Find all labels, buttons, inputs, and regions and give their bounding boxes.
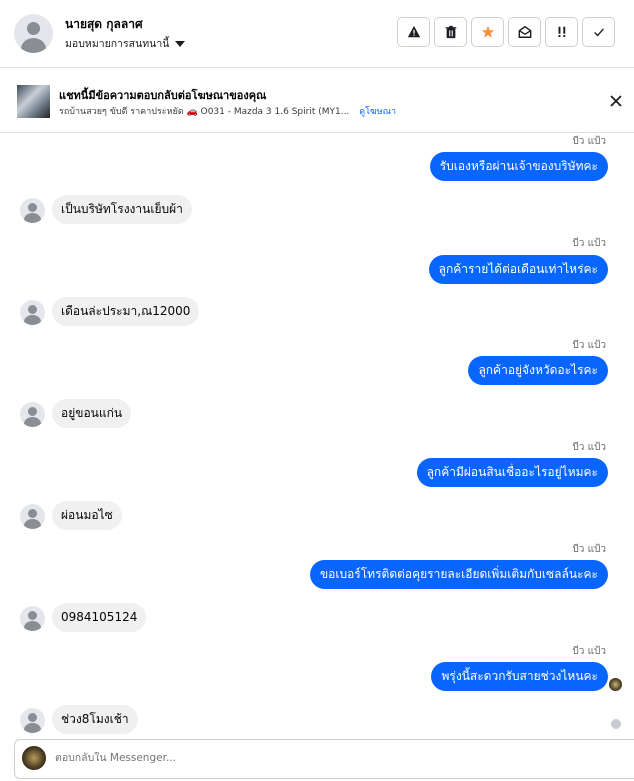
- sender-label: บีว แป้ว: [572, 544, 606, 555]
- seen-indicator-avatar: [609, 678, 622, 691]
- contact-avatar-small: [20, 606, 45, 631]
- ad-description: รถบ้านสวยๆ ขับดี ราคาประหยัด 🚗 O031 - Ma…: [59, 107, 350, 117]
- ad-banner-title: แชทนี้มีข้อความตอบกลับต่อโฆษณาของคุณ: [59, 89, 267, 102]
- incoming-message[interactable]: 0984105124: [52, 603, 147, 632]
- incoming-message[interactable]: เป็นบริษัทโรงงานเย็บผ้า: [52, 195, 192, 224]
- outgoing-message[interactable]: ขอเบอร์โทรติดต่อคุยรายละเอียดเพิ่มเติมกั…: [309, 560, 608, 589]
- delete-button[interactable]: [434, 17, 467, 47]
- outgoing-message[interactable]: ลูกค้ามีผ่อนสินเชื่ออะไรอยู่ไหมคะ: [416, 458, 608, 487]
- incoming-message[interactable]: เดือนล่ะประมา,ณ12000: [52, 297, 200, 326]
- incoming-message[interactable]: อยู่ขอนแก่น: [52, 399, 132, 428]
- contact-avatar-small: [20, 402, 45, 427]
- sender-label: บีว แป้ว: [572, 340, 606, 351]
- conversation-header: นายสุด กุลลาศ มอบหมายการสนทนานี้: [0, 0, 634, 68]
- contact-avatar-small: [20, 300, 45, 325]
- double-exclamation-icon: [558, 26, 565, 37]
- mark-unread-button[interactable]: [508, 17, 541, 47]
- page-avatar: [22, 746, 46, 770]
- sender-label: บีว แป้ว: [572, 238, 606, 249]
- contact-avatar-small: [20, 198, 45, 223]
- outgoing-message[interactable]: รับเองหรือผ่านเจ้าของบริษัทคะ: [429, 152, 608, 181]
- star-button[interactable]: [471, 17, 504, 47]
- warning-icon: [407, 25, 420, 38]
- message-thread[interactable]: บีว แป้ว รับเองหรือผ่านเจ้าของบริษัทคะ เ…: [0, 134, 634, 736]
- incoming-message[interactable]: ผ่อนมอไซ: [52, 501, 122, 530]
- contact-avatar[interactable]: [14, 14, 53, 53]
- caret-down-icon: [175, 40, 186, 47]
- incoming-message[interactable]: ช่วง8โมงเช้า: [52, 705, 138, 734]
- checkmark-icon: [593, 28, 604, 37]
- ad-thumbnail[interactable]: [17, 85, 50, 118]
- close-icon[interactable]: [608, 93, 624, 109]
- outgoing-message[interactable]: พรุ่งนี้สะดวกรับสายช่วงไหนคะ: [431, 662, 608, 691]
- sender-label: บีว แป้ว: [572, 442, 606, 453]
- sender-label: บีว แป้ว: [572, 136, 606, 147]
- view-ad-link[interactable]: ดูโฆษณา: [359, 104, 396, 118]
- outgoing-message[interactable]: ลูกค้ารายได้ต่อเดือนเท่าไหร่คะ: [428, 255, 608, 284]
- read-receipt-icon: [611, 719, 621, 729]
- envelope-open-icon: [518, 25, 531, 38]
- star-icon: [481, 25, 494, 38]
- contact-avatar-small: [20, 504, 45, 529]
- reply-composer: [14, 739, 634, 779]
- follow-up-button[interactable]: [545, 17, 578, 47]
- mark-done-button[interactable]: [582, 17, 615, 47]
- trash-icon: [445, 25, 456, 39]
- ad-reply-banner: แชทนี้มีข้อความตอบกลับต่อโฆษณาของคุณ รถบ…: [0, 69, 634, 133]
- assign-conversation-dropdown[interactable]: มอบหมายการสนทนานี้: [65, 35, 186, 52]
- ad-banner-subtitle: รถบ้านสวยๆ ขับดี ราคาประหยัด 🚗 O031 - Ma…: [59, 104, 396, 118]
- report-button[interactable]: [397, 17, 430, 47]
- conversation-actions: [397, 17, 615, 47]
- outgoing-message[interactable]: ลูกค้าอยู่จังหวัดอะไรคะ: [468, 356, 608, 385]
- contact-name[interactable]: นายสุด กุลลาศ: [65, 15, 143, 34]
- contact-avatar-small: [20, 708, 45, 733]
- assign-label: มอบหมายการสนทนานี้: [65, 38, 170, 50]
- reply-input[interactable]: [55, 752, 615, 764]
- sender-label: บีว แป้ว: [572, 646, 606, 657]
